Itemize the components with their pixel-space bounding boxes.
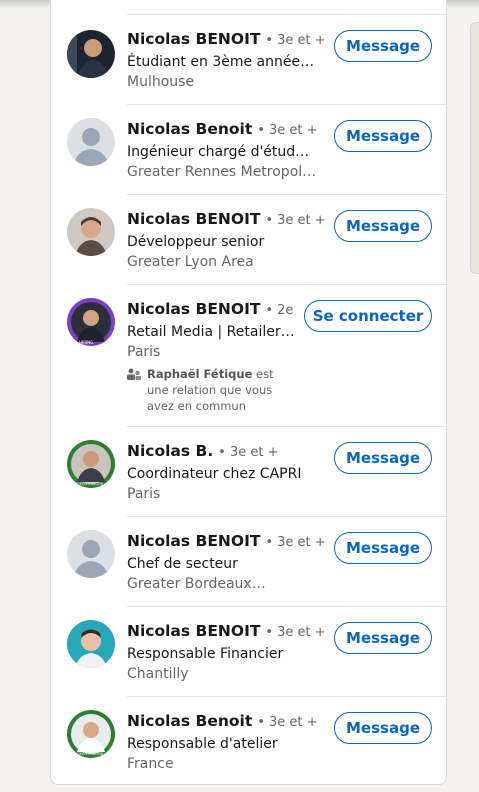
avatar[interactable] [67,530,115,578]
person-name[interactable]: Nicolas BENOIT [127,532,260,550]
avatar[interactable] [67,208,115,256]
mutual-connection: Raphaël Fétique est une relation que vou… [127,366,297,414]
opentowork-badge-text: #OPENTOWORK [74,752,104,756]
avatar[interactable]: HIRING [67,298,115,346]
hiring-avatar-icon: HIRING [67,298,115,346]
person-location: Greater Rennes Metropolita… [127,164,317,180]
list-item[interactable]: Nicolas BENOIT • 3e et + Étudiant en 3èm… [51,14,448,104]
person-location: Greater Bordeaux… [127,576,266,592]
person-location: Paris [127,344,161,360]
divider [127,606,448,607]
default-avatar-icon [67,530,115,578]
connection-degree: • 3e et + [265,33,326,48]
person-headline: Retail Media | Retailers… [127,324,297,340]
divider [127,284,448,285]
opentowork-avatar-icon: #OPENTOWORK [67,710,115,758]
profile-photo-icon [67,208,115,256]
hiring-badge-text: HIRING [79,340,93,345]
message-button[interactable]: Message [334,712,432,744]
divider [127,14,448,15]
person-headline: Responsable d'atelier [127,736,278,752]
message-button[interactable]: Message [334,30,432,62]
list-item[interactable]: #OPENTOWORK Nicolas Benoit • 3e et + Res… [51,696,448,785]
person-location: France [127,756,174,772]
message-button[interactable]: Message [334,120,432,152]
connection-degree: • 3e et + [218,445,279,460]
person-name[interactable]: Nicolas Benoit [127,120,252,138]
avatar[interactable]: #OPENTOWORK [67,710,115,758]
person-name[interactable]: Nicolas BENOIT [127,622,260,640]
connection-degree: • 3e et + [265,535,326,550]
connection-degree: • 3e et + [257,123,318,138]
message-button[interactable]: Message [334,622,432,654]
connect-button[interactable]: Se connecter [304,300,432,332]
message-button[interactable]: Message [334,532,432,564]
divider [127,194,448,195]
person-location: Chantilly [127,666,189,682]
profile-photo-icon [67,620,115,668]
list-item[interactable]: HIRING Nicolas BENOIT • 2e Retail Media … [51,284,448,426]
avatar[interactable] [67,620,115,668]
person-name[interactable]: Nicolas B. [127,442,213,460]
person-name[interactable]: Nicolas BENOIT [127,30,260,48]
connection-degree: • 3e et + [257,715,318,730]
side-panel-edge [470,22,479,274]
person-name[interactable]: Nicolas BENOIT [127,210,260,228]
person-location: Mulhouse [127,74,195,90]
list-item[interactable]: Nicolas BENOIT • 3e et + Responsable Fin… [51,606,448,696]
connection-degree: • 2e [265,303,294,318]
person-headline: Responsable Financier [127,646,284,662]
list-item[interactable]: #OPENTOWORK Nicolas B. • 3e et + Coordin… [51,426,448,516]
person-headline: Coordinateur chez CAPRI [127,466,302,482]
person-location: Paris [127,486,161,502]
opentowork-badge-text: #OPENTOWORK [74,482,104,486]
person-headline: Chef de secteur [127,556,238,572]
list-item[interactable]: Nicolas BENOIT • 3e et + Développeur sen… [51,194,448,284]
message-button[interactable]: Message [334,210,432,242]
person-name[interactable]: Nicolas Benoit [127,712,252,730]
connection-degree: • 3e et + [265,213,326,228]
divider [127,426,448,427]
avatar[interactable] [67,30,115,78]
message-button[interactable]: Message [334,442,432,474]
person-name[interactable]: Nicolas BENOIT [127,300,260,318]
list-item[interactable]: Nicolas Benoit • 3e et + Ingénieur charg… [51,104,448,194]
default-avatar-icon [67,118,115,166]
avatar[interactable] [67,118,115,166]
divider [127,104,448,105]
person-headline: Ingénieur chargé d'études… [127,144,317,160]
person-headline: Étudiant en 3ème année de… [127,54,317,70]
connection-degree: • 3e et + [265,625,326,640]
divider [127,696,448,697]
list-item[interactable]: Nicolas BENOIT • 3e et + Chef de secteur… [51,516,448,606]
avatar[interactable]: #OPENTOWORK [67,440,115,488]
person-headline: Développeur senior [127,234,265,250]
people-icon [127,368,141,380]
mutual-connection-name[interactable]: Raphaël Fétique [147,367,252,381]
divider [127,516,448,517]
profile-photo-icon [67,30,115,78]
opentowork-avatar-icon: #OPENTOWORK [67,440,115,488]
search-results-card: Nicolas BENOIT • 3e et + Étudiant en 3èm… [50,0,448,785]
person-location: Greater Lyon Area [127,254,254,270]
